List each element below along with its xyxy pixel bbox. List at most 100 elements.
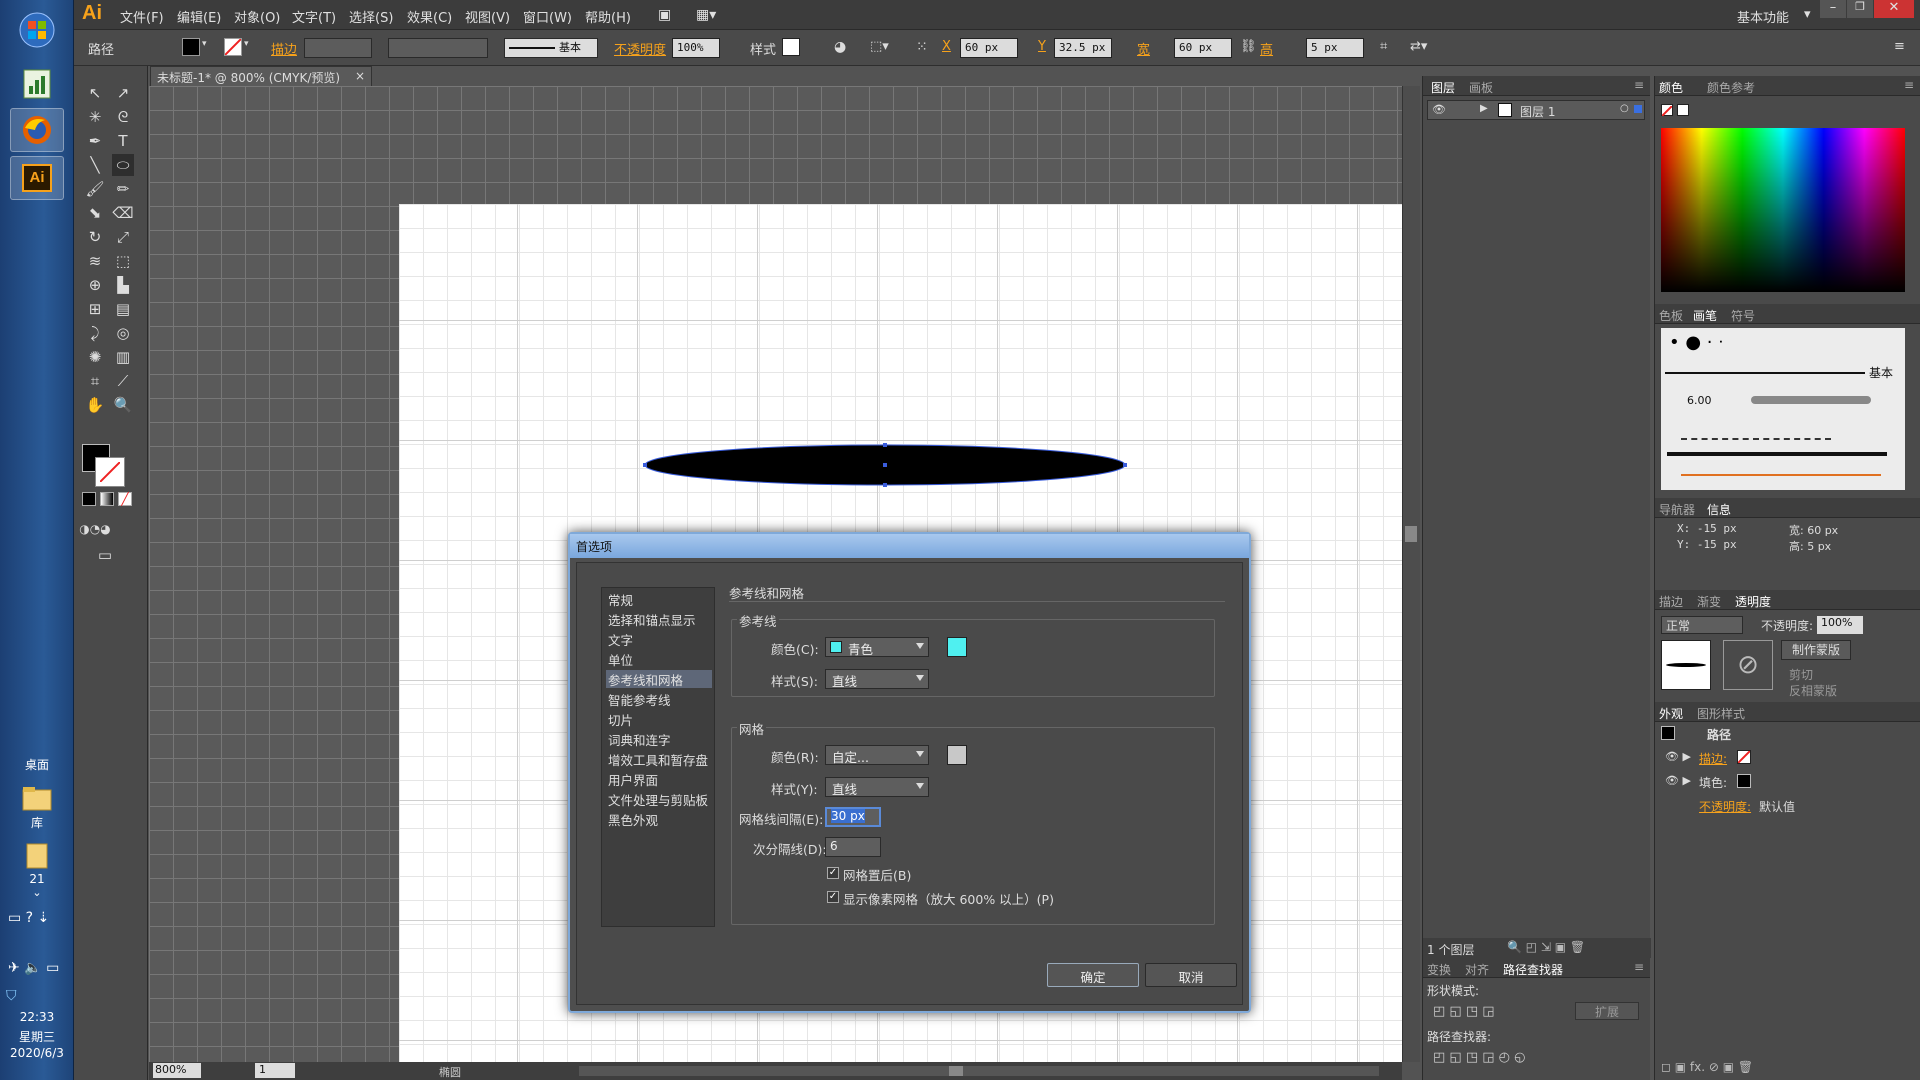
- free-transform-tool-icon[interactable]: ⬚: [112, 250, 134, 272]
- library-label[interactable]: 库: [0, 814, 74, 831]
- category-slices[interactable]: 切片: [606, 710, 712, 728]
- security-shield-icon[interactable]: ⛉: [6, 988, 17, 1004]
- rotate-tool-icon[interactable]: ↻: [84, 226, 106, 248]
- type-tool-icon[interactable]: T: [112, 130, 134, 152]
- tab-appearance[interactable]: 外观: [1659, 705, 1683, 722]
- close-button[interactable]: ✕: [1874, 0, 1914, 18]
- menu-effect[interactable]: 效果(C): [407, 7, 452, 26]
- brush-library[interactable]: • ● · ᐧ 基本 6.00: [1661, 328, 1905, 490]
- ok-button[interactable]: 确定: [1047, 963, 1139, 987]
- layers-footer-icons[interactable]: 🔍 ◰ ⇲ ▣ 🗑: [1507, 940, 1585, 954]
- selection-tool-icon[interactable]: ↖: [84, 82, 106, 104]
- isolate-icon[interactable]: ⇄▾: [1410, 39, 1427, 54]
- menu-object[interactable]: 对象(O): [234, 7, 280, 26]
- perspective-grid-tool-icon[interactable]: ▙: [112, 274, 134, 296]
- blend-tool-icon[interactable]: ◎: [112, 322, 134, 344]
- ellipse-tool-icon[interactable]: ⬭: [112, 154, 134, 176]
- pencil-tool-icon[interactable]: ✏: [112, 178, 134, 200]
- pathfinder-menu-icon[interactable]: ≡: [1634, 960, 1644, 974]
- eye-icon[interactable]: 👁: [1432, 103, 1446, 116]
- tab-brushes[interactable]: 画笔: [1693, 307, 1717, 324]
- zoom-field[interactable]: 800%: [153, 1063, 201, 1078]
- panel-menu-icon[interactable]: ≡: [1894, 39, 1905, 54]
- graphic-style-swatch[interactable]: [782, 38, 800, 56]
- grid-spacing-input[interactable]: 30 px: [825, 807, 881, 827]
- stroke-color-swatch-large[interactable]: [95, 457, 125, 487]
- recolor-icon[interactable]: ◕: [834, 39, 846, 55]
- scale-tool-icon[interactable]: ⤢: [112, 226, 134, 248]
- guides-color-swatch[interactable]: [947, 637, 967, 657]
- line-tool-icon[interactable]: ╲: [84, 154, 106, 176]
- workspace-dropdown-icon[interactable]: ▾: [1804, 7, 1811, 22]
- category-type[interactable]: 文字: [606, 630, 712, 648]
- tab-layers[interactable]: 图层: [1431, 79, 1455, 96]
- stroke-eye-icon[interactable]: 👁 ▶: [1665, 750, 1691, 763]
- grids-in-back-checkbox[interactable]: ✓: [827, 867, 839, 879]
- x-field[interactable]: 60 px: [960, 38, 1018, 58]
- tab-stroke[interactable]: 描边: [1659, 593, 1683, 610]
- stroke-weight-field[interactable]: [304, 38, 372, 58]
- tab-symbols[interactable]: 符号: [1731, 307, 1755, 324]
- stroke-dropdown-icon[interactable]: ▾: [244, 39, 249, 49]
- category-plugins-scratch[interactable]: 增效工具和暂存盘: [606, 750, 712, 768]
- paintbrush-tool-icon[interactable]: 🖌: [84, 178, 106, 200]
- screen-mode-icon[interactable]: ▭: [94, 544, 116, 566]
- expand-arrow-icon[interactable]: ▶: [1480, 103, 1488, 114]
- menu-select[interactable]: 选择(S): [349, 7, 393, 26]
- transform-icon[interactable]: ⌗: [1380, 39, 1387, 54]
- invert-mask-checkbox-label[interactable]: 反相蒙版: [1789, 682, 1837, 699]
- tab-artboards[interactable]: 画板: [1469, 79, 1493, 96]
- menu-window[interactable]: 窗口(W): [523, 7, 572, 26]
- eraser-tool-icon[interactable]: ⌫: [112, 202, 134, 224]
- y-field[interactable]: 32.5 px: [1054, 38, 1112, 58]
- menu-file[interactable]: 文件(F): [120, 7, 164, 26]
- expand-button[interactable]: 扩展: [1575, 1002, 1639, 1020]
- appearance-stroke-swatch[interactable]: [1737, 750, 1751, 764]
- start-button[interactable]: [10, 8, 64, 52]
- brush-dashed-sample[interactable]: [1681, 428, 1831, 440]
- eyedropper-tool-icon[interactable]: ⤸: [84, 322, 106, 344]
- document-tab-close-icon[interactable]: ×: [355, 69, 365, 83]
- color-mode-icon[interactable]: [82, 492, 96, 506]
- brush-basic-line[interactable]: [1665, 372, 1865, 374]
- appearance-footer-icons[interactable]: ◻ ▣ fx. ⊘ ▣ 🗑: [1661, 1060, 1753, 1074]
- taskbar-illustrator-icon[interactable]: Ai: [10, 156, 64, 200]
- tab-pathfinder[interactable]: 路径查找器: [1503, 961, 1563, 978]
- fill-dropdown-icon[interactable]: ▾: [202, 39, 207, 49]
- make-mask-button[interactable]: 制作蒙版: [1781, 640, 1851, 660]
- stroke-style-dropdown[interactable]: 基本: [504, 38, 598, 58]
- constrain-link-icon[interactable]: ⛓: [1240, 39, 1257, 54]
- tab-transparency[interactable]: 透明度: [1735, 593, 1771, 610]
- appearance-fill-swatch[interactable]: [1737, 774, 1751, 788]
- pixel-grid-label[interactable]: 显示像素网格（放大 600% 以上）(P): [843, 889, 1054, 908]
- gradient-tool-icon[interactable]: ▤: [112, 298, 134, 320]
- variable-width-dropdown[interactable]: [388, 38, 488, 58]
- category-file-handling[interactable]: 文件处理与剪贴板: [606, 790, 712, 808]
- target-circle-icon[interactable]: ○: [1620, 103, 1629, 114]
- appearance-opacity-label[interactable]: 不透明度:: [1699, 798, 1751, 815]
- magic-wand-tool-icon[interactable]: ✳: [84, 106, 106, 128]
- pen-tool-icon[interactable]: ✒: [84, 130, 106, 152]
- tab-info[interactable]: 信息: [1707, 501, 1731, 518]
- category-hyphenation[interactable]: 词典和连字: [606, 730, 712, 748]
- category-black-appearance[interactable]: 黑色外观: [606, 810, 712, 828]
- category-smart-guides[interactable]: 智能参考线: [606, 690, 712, 708]
- stroke-none-swatch[interactable]: [224, 38, 242, 56]
- cancel-button[interactable]: 取消: [1145, 963, 1237, 987]
- menu-view[interactable]: 视图(V): [465, 7, 510, 26]
- clock-date[interactable]: 2020/6/3: [0, 1046, 74, 1060]
- workspace-switcher[interactable]: 基本功能: [1737, 7, 1789, 26]
- gradient-mode-icon[interactable]: [100, 492, 114, 506]
- bridge-icon[interactable]: ▣: [658, 7, 671, 23]
- category-selection-anchor[interactable]: 选择和锚点显示: [606, 610, 712, 628]
- category-units[interactable]: 单位: [606, 650, 712, 668]
- guides-color-dropdown[interactable]: 青色: [825, 637, 929, 657]
- tab-align[interactable]: 对齐: [1465, 961, 1489, 978]
- restore-button[interactable]: ❐: [1847, 0, 1873, 18]
- direct-selection-tool-icon[interactable]: ↗: [112, 82, 134, 104]
- tab-gradient[interactable]: 渐变: [1697, 593, 1721, 610]
- graph-tool-icon[interactable]: ▥: [112, 346, 134, 368]
- brush-arrow-sample[interactable]: [1681, 474, 1881, 476]
- tab-graphic-styles[interactable]: 图形样式: [1697, 705, 1745, 722]
- height-field[interactable]: 5 px: [1306, 38, 1364, 58]
